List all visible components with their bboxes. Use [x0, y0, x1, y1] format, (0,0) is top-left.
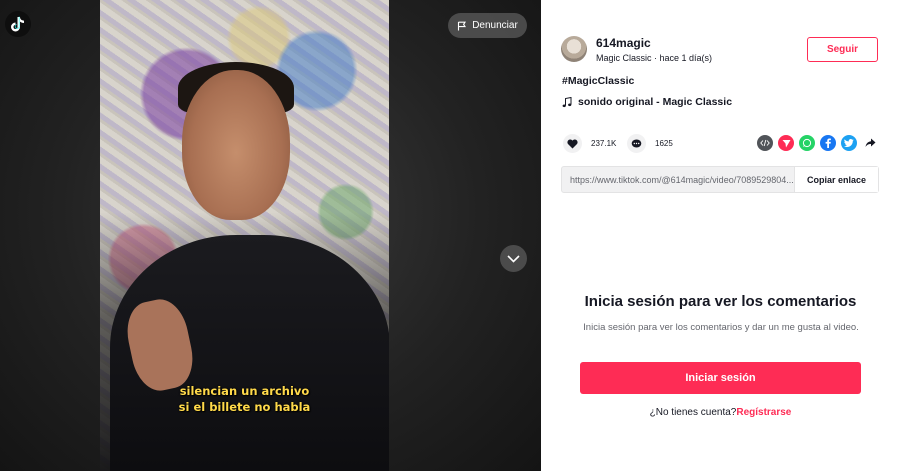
facebook-icon[interactable]: [820, 135, 836, 151]
signup-prompt: ¿No tienes cuenta?Regístrarse: [541, 407, 900, 418]
video-player[interactable]: silencian un archivo si el billete no ha…: [0, 0, 541, 471]
video-link-box: https://www.tiktok.com/@614magic/video/7…: [561, 166, 879, 193]
share-arrow-icon[interactable]: [862, 135, 878, 151]
post-date: hace 1 día(s): [659, 53, 713, 63]
copy-link-button[interactable]: Copiar enlace: [794, 167, 878, 192]
signup-link[interactable]: Regístrarse: [736, 407, 791, 418]
login-button[interactable]: Iniciar sesión: [580, 362, 861, 394]
author-display-name[interactable]: Magic Classic: [596, 53, 652, 63]
chevron-down-icon: [507, 254, 520, 263]
author-subline: Magic Classic · hace 1 día(s): [596, 53, 712, 63]
comment-button[interactable]: [627, 134, 646, 153]
send-to-friends-icon[interactable]: [778, 135, 794, 151]
tiktok-video-page: silencian un archivo si el billete no ha…: [0, 0, 900, 471]
video-person-head: [182, 70, 290, 220]
details-panel: [541, 0, 900, 471]
hashtag-link[interactable]: #MagicClassic: [562, 75, 634, 87]
comment-icon: [631, 139, 642, 147]
login-prompt-description: Inicia sesión para ver los comentarios y…: [583, 322, 859, 333]
video-link-text[interactable]: https://www.tiktok.com/@614magic/video/7…: [562, 175, 794, 185]
likes-stat: 237.1K: [563, 134, 616, 153]
next-video-button[interactable]: [500, 245, 527, 272]
video-caption-line-1: silencian un archivo: [179, 384, 310, 398]
comments-stat: 1625: [627, 134, 673, 153]
comments-count: 1625: [655, 139, 673, 148]
like-button[interactable]: [563, 134, 582, 153]
likes-count: 237.1K: [591, 139, 617, 148]
no-account-text: ¿No tienes cuenta?: [649, 407, 737, 418]
embed-icon[interactable]: [757, 135, 773, 151]
author-username[interactable]: 614magic: [596, 36, 651, 50]
subline-separator: ·: [651, 53, 660, 63]
login-prompt-title: Inicia sesión para ver los comentarios: [584, 293, 857, 310]
report-button[interactable]: Denunciar: [448, 13, 527, 38]
video-caption: silencian un archivo si el billete no ha…: [100, 383, 389, 415]
author-avatar[interactable]: [561, 36, 587, 62]
video-frame[interactable]: silencian un archivo si el billete no ha…: [100, 0, 389, 471]
flag-icon: [458, 21, 467, 30]
share-buttons: [757, 135, 878, 151]
video-caption-line-2: si el billete no habla: [178, 400, 311, 414]
report-button-label: Denunciar: [472, 20, 518, 31]
tiktok-logo-icon[interactable]: [5, 11, 31, 37]
twitter-icon[interactable]: [841, 135, 857, 151]
music-link[interactable]: sonido original - Magic Classic: [562, 96, 732, 108]
music-label: sonido original - Magic Classic: [578, 96, 733, 108]
music-note-icon: [562, 96, 572, 107]
heart-icon: [567, 138, 578, 148]
follow-button[interactable]: Seguir: [807, 37, 878, 62]
whatsapp-icon[interactable]: [799, 135, 815, 151]
